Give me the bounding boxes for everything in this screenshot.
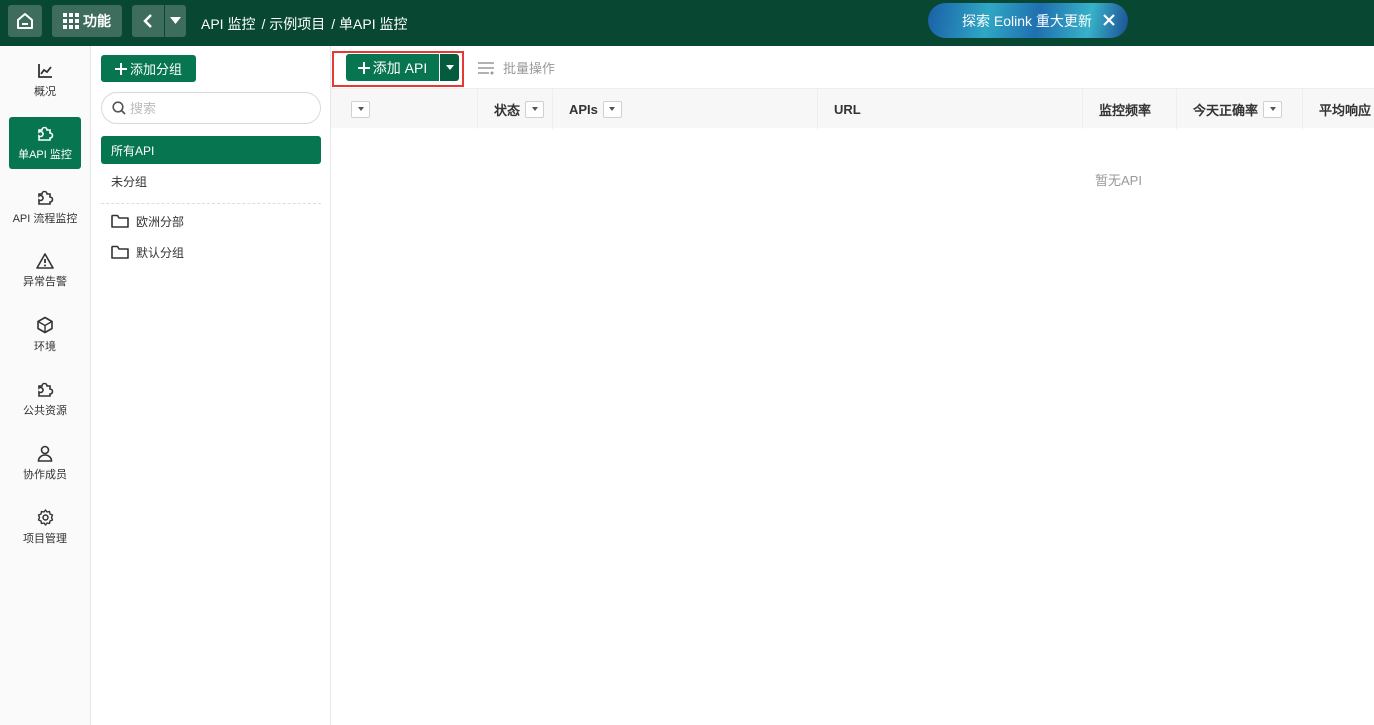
caret-down-icon [1269, 107, 1276, 111]
list-icon [478, 61, 494, 74]
group-divider [101, 203, 321, 204]
nav-item-overview[interactable]: 概况 [9, 55, 81, 107]
nav-item-public-resources[interactable]: 公共资源 [9, 373, 81, 425]
add-group-label: 添加分组 [129, 62, 182, 77]
group-item-all-apis[interactable]: 所有API [101, 136, 321, 164]
caret-down-icon [357, 107, 364, 111]
caret-down-icon [531, 107, 538, 111]
apis-filter-dropdown[interactable] [602, 100, 622, 118]
folder-item[interactable]: 欧洲分部 [111, 210, 184, 232]
chart-line-icon [38, 64, 52, 78]
group-item-label: 未分组 [111, 174, 148, 189]
nav-item-alerts[interactable]: 异常告警 [9, 245, 81, 297]
function-label: 功能 [83, 13, 111, 29]
folder-icon [111, 245, 129, 259]
nav-item-project-management[interactable]: 项目管理 [9, 501, 81, 553]
left-nav: 概况 单API 监控 API 流程监控 异常告警 环境 公共资源 协作成员 项目… [0, 46, 91, 725]
breadcrumb-item: / 单API 监控 [331, 16, 408, 32]
add-group-button[interactable]: 添加分组 [101, 55, 196, 82]
warning-triangle-icon [36, 253, 54, 269]
puzzle-icon [38, 382, 54, 397]
folder-label: 默认分组 [136, 245, 185, 260]
nav-item-members[interactable]: 协作成员 [9, 437, 81, 489]
column-header-label: 状态 [494, 102, 521, 118]
caret-down-icon [170, 17, 181, 24]
group-item-label: 所有API [111, 143, 155, 158]
table-header: 状态 APIs URL 监控频率 今天正确率 平均响应 [331, 88, 1374, 129]
nav-item-label: 概况 [34, 86, 56, 98]
nav-item-label: 单API 监控 [18, 149, 72, 161]
add-api-button[interactable]: 添加 API [346, 54, 439, 81]
promo-banner[interactable]: 探索 Eolink 重大更新 [928, 3, 1128, 38]
promo-text[interactable]: 探索 Eolink 重大更新 [962, 11, 1092, 31]
status-filter-dropdown[interactable] [525, 100, 545, 118]
plus-icon [357, 61, 370, 74]
group-panel: 添加分组 所有API 未分组 欧洲分部 默认分组 [91, 46, 331, 725]
column-header-url: URL [818, 89, 1083, 129]
column-header-label: 今天正确率 [1193, 102, 1259, 118]
main-content: 添加 API 批量操作 状态 APIs URL 监控频率 今天正确率 平均响应 … [331, 46, 1374, 725]
column-header-label: URL [834, 101, 861, 117]
puzzle-icon [38, 126, 54, 141]
breadcrumb-item[interactable]: API 监控 [201, 14, 255, 34]
caret-down-icon [445, 65, 454, 70]
batch-label: 批量操作 [503, 61, 556, 76]
grid-icon [63, 13, 79, 29]
user-icon [37, 445, 53, 462]
add-api-label: 添加 API [372, 59, 428, 76]
close-icon[interactable] [1100, 11, 1118, 29]
nav-item-label: 协作成员 [23, 468, 67, 481]
cube-icon [37, 316, 53, 334]
column-header-avg-response: 平均响应 [1303, 89, 1374, 129]
chevron-left-icon [143, 14, 152, 28]
column-header-label: APIs [569, 101, 598, 117]
search-icon [112, 101, 126, 115]
nav-item-label: 项目管理 [23, 532, 67, 545]
nav-item-label: API 流程监控 [12, 213, 78, 225]
nav-item-environment[interactable]: 环境 [9, 309, 81, 361]
add-api-dropdown-button[interactable] [440, 54, 459, 81]
nav-item-label: 环境 [34, 341, 56, 353]
group-search[interactable] [101, 92, 321, 124]
select-dropdown[interactable] [351, 100, 370, 118]
accuracy-sort-dropdown[interactable] [1263, 100, 1283, 118]
folder-item[interactable]: 默认分组 [111, 241, 184, 263]
top-bar: 功能 API 监控 / 示例项目 / 单API 监控 探索 Eolink 重大更… [0, 0, 1374, 46]
home-icon [17, 13, 33, 29]
plus-icon [114, 62, 127, 75]
caret-down-icon [609, 107, 616, 111]
column-header-label: 监控频率 [1099, 102, 1152, 118]
select-column-header [331, 89, 478, 129]
breadcrumb-item[interactable]: / 示例项目 [261, 14, 325, 34]
back-button[interactable] [132, 5, 164, 37]
column-header-frequency: 监控频率 [1083, 89, 1177, 129]
nav-item-label: 异常告警 [23, 276, 67, 288]
puzzle-icon [38, 190, 54, 205]
history-dropdown-button[interactable] [165, 5, 186, 37]
breadcrumb: API 监控 / 示例项目 / 单API 监控 [201, 14, 413, 34]
search-input[interactable] [130, 100, 300, 116]
function-menu-button[interactable]: 功能 [52, 5, 122, 37]
nav-item-label: 公共资源 [23, 405, 67, 417]
nav-item-api-flow-monitor[interactable]: API 流程监控 [9, 181, 81, 233]
gear-icon [37, 508, 53, 526]
folder-label: 欧洲分部 [136, 214, 185, 229]
column-header-status[interactable]: 状态 [478, 89, 553, 129]
batch-operation-button[interactable]: 批量操作 [477, 58, 555, 77]
home-button[interactable] [8, 5, 42, 37]
folder-icon [111, 214, 129, 228]
column-header-label: 平均响应 [1319, 102, 1372, 118]
empty-state-text: 暂无API [1095, 173, 1142, 188]
group-item-ungrouped[interactable]: 未分组 [101, 167, 321, 195]
column-header-accuracy[interactable]: 今天正确率 [1177, 89, 1303, 129]
nav-item-single-api-monitor[interactable]: 单API 监控 [9, 117, 81, 169]
column-header-apis[interactable]: APIs [553, 89, 818, 129]
